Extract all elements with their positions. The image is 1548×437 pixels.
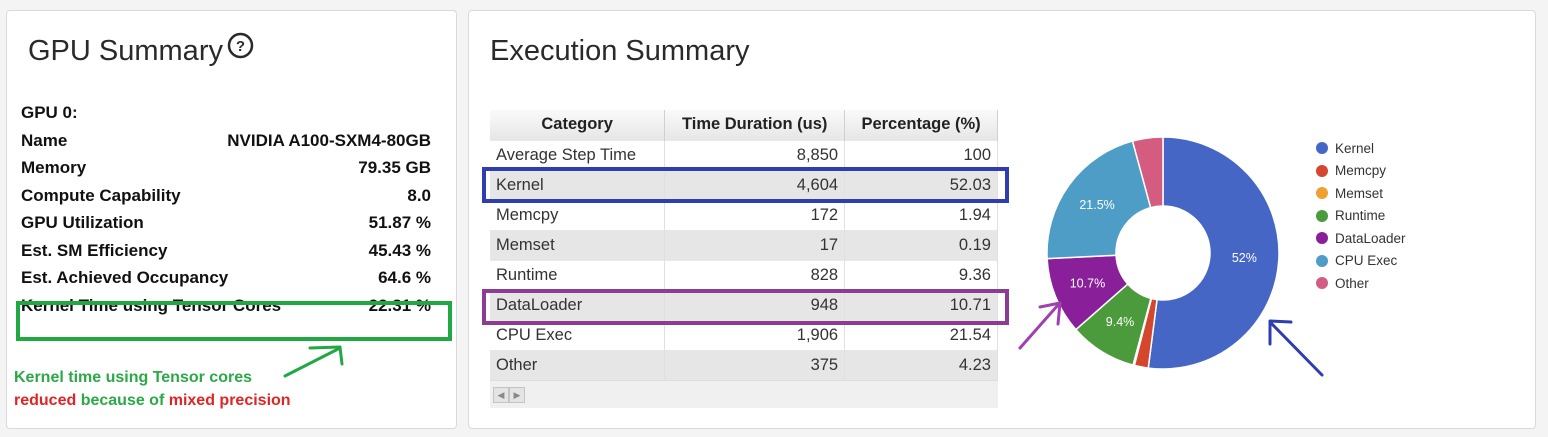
purple-arrow [1018,301,1062,350]
blue-arrow [1268,319,1324,377]
annotation-arrows [283,301,1324,378]
green-arrow [283,345,344,378]
